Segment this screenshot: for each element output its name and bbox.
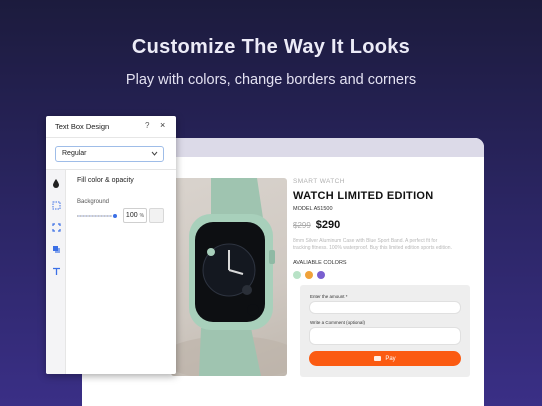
fill-drop-icon[interactable] [51, 178, 61, 188]
colors-label: AVALIABLE COLORS [293, 260, 347, 266]
design-preset-select[interactable]: Regular [55, 146, 164, 162]
text-icon[interactable] [51, 266, 61, 276]
close-icon[interactable]: × [160, 120, 165, 130]
color-swatch-green[interactable] [293, 271, 301, 279]
opacity-slider-ticks [77, 215, 115, 217]
corners-icon[interactable] [51, 222, 61, 232]
payment-form: Enter the amount * Write a Comment (opti… [300, 285, 470, 377]
comment-input[interactable] [309, 327, 461, 345]
card-icon [374, 356, 382, 361]
new-price: $290 [315, 219, 341, 231]
opacity-input[interactable]: 100 % [123, 208, 147, 223]
fill-section-title: Fill color & opacity [77, 177, 134, 184]
background-label: Background [77, 199, 110, 205]
opacity-slider-handle[interactable] [112, 213, 118, 219]
color-swatch-purple[interactable] [317, 271, 325, 279]
pay-button[interactable]: Pay [309, 351, 461, 366]
color-swatches [293, 271, 473, 279]
pay-button-label: Pay [385, 355, 396, 362]
design-preset-value: Regular [62, 150, 87, 157]
text-box-design-panel: Text Box Design ? × Regular Fill color &… [46, 116, 176, 374]
product-image [171, 178, 287, 376]
chevron-down-icon [151, 147, 158, 167]
product-model: MODEL A51500 [293, 206, 333, 212]
amount-input[interactable] [309, 301, 461, 314]
panel-header: Text Box Design ? × [46, 116, 176, 138]
help-icon[interactable]: ? [145, 121, 149, 130]
product-title: WATCH LIMITED EDITION [293, 190, 434, 202]
shadow-icon[interactable] [51, 244, 61, 254]
opacity-value: 100 [125, 212, 138, 219]
product-description: 8mm Silver Aluminum Case with Blue Sport… [293, 238, 452, 251]
design-category-rail [46, 170, 66, 374]
old-price: $299 [293, 221, 311, 230]
opacity-unit: % [139, 212, 145, 219]
color-swatch-orange[interactable] [305, 271, 313, 279]
product-info: SMART WATCH WATCH LIMITED EDITION MODEL … [293, 178, 473, 279]
hero-subtitle: Play with colors, change borders and cor… [125, 72, 417, 88]
border-dashed-icon[interactable] [51, 200, 61, 210]
background-color-picker[interactable] [149, 208, 164, 223]
panel-title: Text Box Design [55, 122, 110, 131]
price-row: $299 $290 [293, 219, 473, 231]
amount-label: Enter the amount * [310, 294, 348, 299]
comment-label: Write a Comment (optional) [310, 320, 365, 325]
product-eyebrow: SMART WATCH [293, 178, 345, 185]
hero-title: Customize The Way It Looks [131, 36, 411, 58]
